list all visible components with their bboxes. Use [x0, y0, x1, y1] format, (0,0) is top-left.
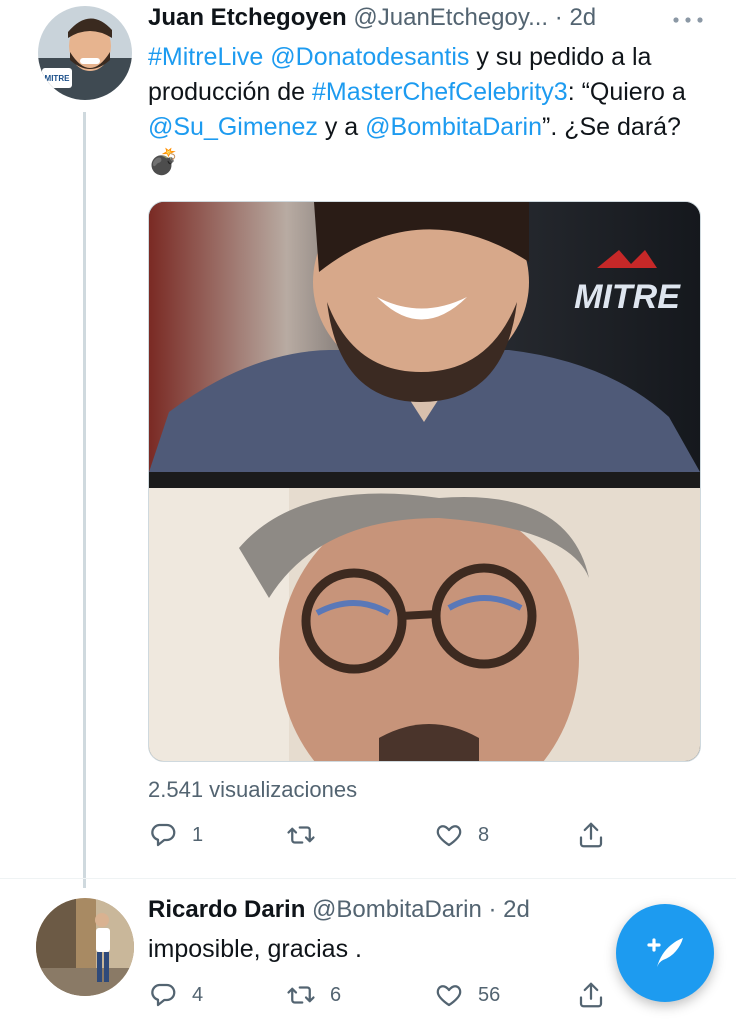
like-count: 56	[478, 983, 501, 1006]
like-button[interactable]: 8	[434, 817, 489, 853]
hashtag-masterchefcelebrity3[interactable]: #MasterChefCelebrity3	[312, 78, 568, 106]
tweet-header: Juan Etchegoyen @JuanEtchegoy... · 2d	[148, 2, 596, 34]
header-separator: ·	[488, 896, 497, 923]
hashtag-mitrelive[interactable]: #MitreLive	[148, 43, 263, 71]
reply-button[interactable]: 1	[148, 817, 203, 853]
tweet-actions: 1 8	[148, 817, 618, 853]
mention-su-gimenez[interactable]: @Su_Gimenez	[148, 113, 318, 141]
like-count: 8	[478, 823, 490, 846]
like-icon	[436, 985, 462, 1007]
share-icon	[579, 822, 603, 848]
mention-donatodesantis[interactable]: @Donatodesantis	[270, 43, 469, 71]
reply-count: 4	[192, 983, 204, 1006]
share-icon	[579, 982, 603, 1008]
author-handle[interactable]: @BombitaDarin	[312, 896, 482, 923]
compose-icon	[647, 938, 683, 967]
avatar-juan-etchegoyen[interactable]: MITRE	[38, 6, 132, 100]
share-button[interactable]	[576, 817, 606, 853]
reply-icon	[151, 983, 176, 1007]
video-frame-top: MITRE	[149, 202, 700, 472]
like-button[interactable]: 56	[434, 977, 500, 1013]
retweet-button[interactable]: 6	[286, 977, 341, 1013]
tweet-header: Ricardo Darin @BombitaDarin · 2d	[148, 894, 530, 926]
tweet-time[interactable]: 2d	[569, 4, 596, 31]
reply-count: 1	[192, 823, 204, 846]
text-segment: ”. ¿Se dará?	[542, 113, 681, 141]
video-frame-divider	[149, 472, 700, 488]
like-icon	[436, 825, 462, 847]
author-name[interactable]: Juan Etchegoyen	[148, 4, 347, 31]
tweet-divider	[0, 878, 736, 879]
mention-bombitadarin[interactable]: @BombitaDarin	[365, 113, 542, 141]
view-count: 2.541 visualizaciones	[148, 777, 358, 802]
author-name[interactable]: Ricardo Darin	[148, 896, 305, 923]
compose-tweet-button[interactable]	[616, 904, 714, 1002]
tweet-time[interactable]: 2d	[503, 896, 530, 923]
text-segment: : “Quiero a	[567, 78, 686, 106]
reply-icon	[151, 823, 176, 847]
reply-button[interactable]: 4	[148, 977, 203, 1013]
retweet-icon	[287, 986, 315, 1004]
tweet-actions: 4 6 56	[148, 977, 618, 1013]
share-button[interactable]	[576, 977, 606, 1013]
author-handle[interactable]: @JuanEtchegoy...	[353, 4, 548, 31]
video-frame-bottom	[149, 488, 700, 761]
text-segment: y a	[317, 113, 366, 141]
bomb-emoji: 💣	[148, 148, 180, 176]
more-options-button[interactable]	[668, 8, 708, 32]
tweet-text: #MitreLive @Donatodesantis y su pedido a…	[148, 40, 708, 180]
thread-connector-line	[83, 112, 86, 888]
retweet-count: 6	[330, 983, 342, 1006]
retweet-button[interactable]	[286, 817, 330, 853]
retweet-icon	[287, 826, 315, 844]
avatar-badge-text: MITRE	[45, 74, 71, 83]
avatar-ricardo-darin[interactable]	[36, 898, 134, 996]
mitre-logo-text: MITRE	[574, 278, 681, 316]
video-media[interactable]: MITRE	[148, 201, 701, 762]
header-separator: ·	[554, 4, 563, 31]
more-icon	[673, 17, 703, 23]
